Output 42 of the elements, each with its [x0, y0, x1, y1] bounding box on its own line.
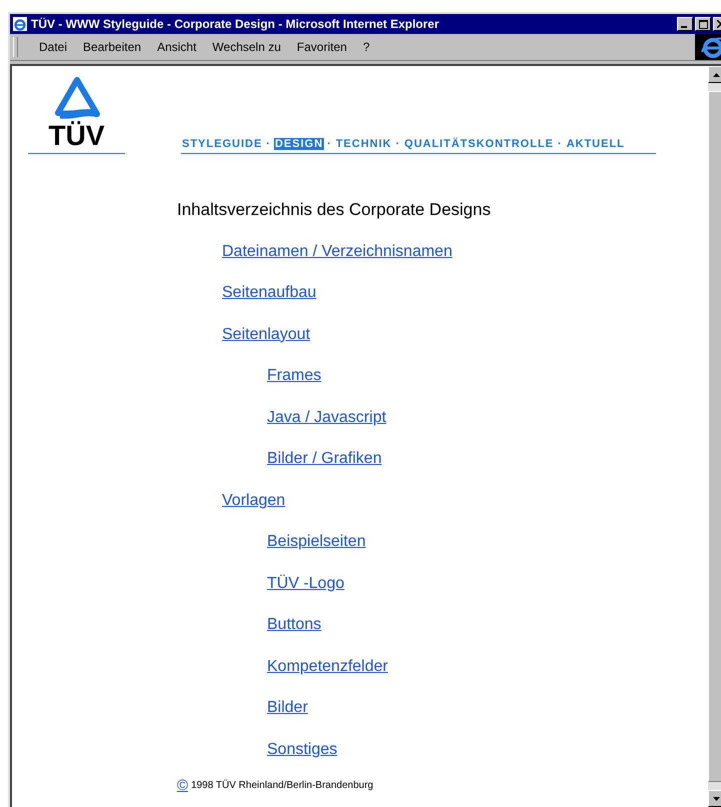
nav-link[interactable]: DESIGN — [274, 138, 324, 150]
scroll-down-button[interactable] — [708, 790, 721, 807]
logo-text: TÜV — [48, 122, 104, 150]
nav-separator: · — [556, 138, 564, 150]
toc-link[interactable]: Vorlagen — [222, 492, 286, 510]
heading: Inhaltsverzeichnis des Corporate Designs — [177, 200, 492, 220]
toc-link[interactable]: Dateinamen / Verzeichnisnamen — [222, 242, 452, 261]
nav-separator: · — [326, 138, 333, 150]
menu-item[interactable]: ? — [354, 40, 378, 54]
copyright-icon: © — [177, 776, 188, 794]
nav-link[interactable]: STYLEGUIDE — [181, 138, 264, 150]
down-arrow-icon — [712, 796, 720, 800]
nav-link[interactable]: QUALITÄTSKONTROLLE — [403, 138, 555, 150]
menu-item[interactable]: Wechseln zu — [204, 40, 289, 54]
nav-separator: · — [265, 138, 272, 150]
up-arrow-icon — [712, 72, 720, 76]
maximize-icon — [698, 20, 708, 28]
toc-link[interactable]: Bilder / Grafiken — [267, 450, 382, 468]
toc-link[interactable]: Bilder — [267, 699, 308, 718]
nav-separator: · — [394, 138, 402, 150]
window-title: TÜV - WWW Styleguide - Corporate Design - Microsoft Internet Explorer — [31, 17, 440, 31]
nav-link[interactable]: AKTUELL — [565, 138, 626, 150]
maximize-button[interactable] — [695, 17, 711, 31]
minimize-button[interactable] — [677, 17, 693, 31]
copyright-text: 1998 TÜV Rheinland/Berlin-Brandenburg — [191, 780, 374, 790]
scroll-up-button[interactable] — [708, 66, 721, 83]
menu-item[interactable]: Favoriten — [288, 40, 355, 54]
toc-link[interactable]: Kompetenzfelder — [267, 658, 388, 676]
menu-item[interactable]: Datei — [24, 40, 76, 54]
menu-item[interactable]: Ansicht — [149, 40, 204, 54]
browser-icon — [12, 16, 28, 32]
toc-link[interactable]: Frames — [267, 367, 322, 386]
toc-link[interactable]: Java / Javascript — [267, 408, 386, 427]
toc-link[interactable]: Seitenaufbau — [222, 284, 316, 302]
toc-link[interactable]: TÜV -Logo — [267, 574, 344, 593]
menu-item[interactable]: Bearbeiten — [75, 40, 150, 54]
toc-link[interactable]: Buttons — [267, 616, 322, 634]
nav-link[interactable]: TECHNIK — [334, 138, 393, 150]
toc-link[interactable]: Sonstiges — [267, 740, 338, 759]
toc-link[interactable]: Beispielseiten — [267, 533, 366, 552]
browser-logo-icon — [695, 34, 721, 60]
toc-link[interactable]: Seitenlayout — [222, 326, 310, 344]
